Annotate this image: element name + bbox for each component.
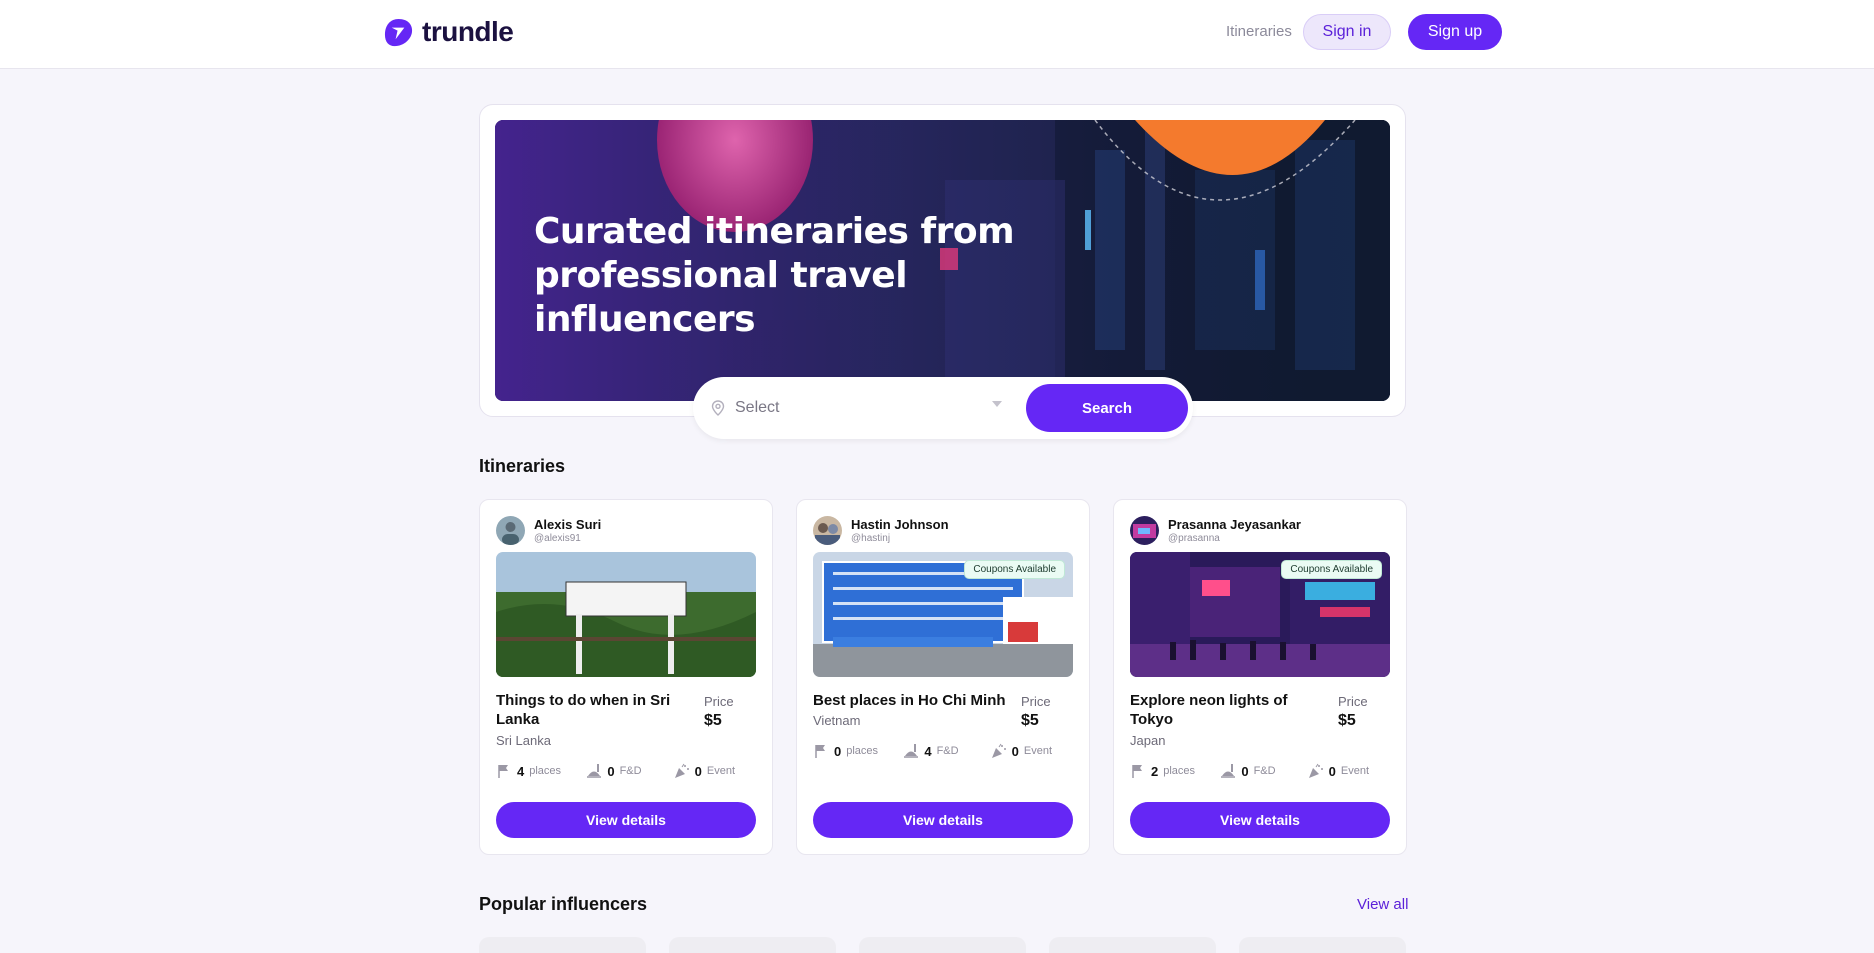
price-value: $5 xyxy=(1021,712,1039,729)
places-count: 4 xyxy=(517,763,525,779)
price-label: Price xyxy=(1021,694,1051,709)
card-author[interactable]: Hastin Johnson @hastinj xyxy=(813,516,949,545)
sign-up-button[interactable]: Sign up xyxy=(1408,14,1502,50)
itinerary-card: Hastin Johnson @hastinj Coupons Availabl… xyxy=(796,499,1090,855)
places-count: 0 xyxy=(834,743,842,759)
search-button[interactable]: Search xyxy=(1026,384,1188,432)
top-navigation-bar: trundle Itineraries Sign in Sign up xyxy=(0,0,1874,69)
stat-fnd: 0 F&D xyxy=(1220,763,1302,779)
view-details-button[interactable]: View details xyxy=(813,802,1073,838)
destination-select[interactable]: Select xyxy=(711,395,1001,421)
coupons-available-badge: Coupons Available xyxy=(964,560,1065,579)
influencer-card[interactable] xyxy=(669,937,836,953)
places-label: places xyxy=(846,745,879,757)
itinerary-image[interactable] xyxy=(496,552,756,677)
fnd-count: 0 xyxy=(607,763,615,779)
author-handle: @hastinj xyxy=(851,532,891,544)
author-name: Alexis Suri xyxy=(534,516,602,532)
fnd-count: 0 xyxy=(1241,763,1249,779)
author-name: Hastin Johnson xyxy=(851,516,949,532)
places-count: 2 xyxy=(1151,763,1159,779)
trundle-logo-icon xyxy=(384,18,413,46)
card-author[interactable]: Prasanna Jeyasankar @prasanna xyxy=(1130,516,1301,545)
stat-events: 0 Event xyxy=(991,743,1073,759)
brand-logo[interactable]: trundle xyxy=(383,16,514,48)
fnd-label: F&D xyxy=(1253,765,1276,777)
fnd-count: 4 xyxy=(924,743,932,759)
popular-influencers-heading: Popular influencers xyxy=(479,894,648,914)
stat-events: 0 Event xyxy=(674,763,756,779)
flag-icon xyxy=(815,745,825,758)
food-drink-icon xyxy=(1221,764,1236,778)
party-popper-icon xyxy=(991,743,1006,758)
stat-fnd: 4 F&D xyxy=(903,743,985,759)
chevron-down-icon[interactable] xyxy=(992,401,1002,407)
itineraries-heading: Itineraries xyxy=(479,456,566,476)
itinerary-image[interactable]: Coupons Available xyxy=(813,552,1073,677)
party-popper-icon xyxy=(1308,763,1323,778)
author-name: Prasanna Jeyasankar xyxy=(1168,516,1301,532)
stat-places: 4 places xyxy=(496,763,578,779)
price-label: Price xyxy=(704,694,734,709)
price-label: Price xyxy=(1338,694,1368,709)
events-count: 0 xyxy=(1011,743,1019,759)
author-handle: @prasanna xyxy=(1168,532,1220,544)
hero-title: Curated itineraries from professional tr… xyxy=(534,211,1015,340)
itinerary-location: Vietnam xyxy=(813,713,861,728)
itinerary-title[interactable]: Best places in Ho Chi Minh xyxy=(813,691,1013,710)
itinerary-card: Prasanna Jeyasankar @prasanna Coupons Av… xyxy=(1113,499,1407,855)
destination-search-bar: Select Search xyxy=(693,377,1193,439)
brand-name: trundle xyxy=(422,16,514,47)
card-author[interactable]: Alexis Suri @alexis91 xyxy=(496,516,601,545)
flag-icon xyxy=(1132,765,1142,778)
stat-events: 0 Event xyxy=(1308,763,1390,779)
itinerary-card: Alexis Suri @alexis91 Things to do when … xyxy=(479,499,773,855)
food-drink-icon xyxy=(587,764,602,778)
avatar xyxy=(1130,516,1159,545)
select-placeholder: Select xyxy=(735,399,780,416)
nav-itineraries-link[interactable]: Itineraries xyxy=(1226,23,1292,40)
stat-places: 2 places xyxy=(1130,763,1212,779)
coupons-available-badge: Coupons Available xyxy=(1281,560,1382,579)
events-count: 0 xyxy=(1328,763,1336,779)
influencer-card[interactable] xyxy=(479,937,646,953)
places-label: places xyxy=(529,765,562,777)
sign-in-button[interactable]: Sign in xyxy=(1303,14,1391,50)
events-label: Event xyxy=(1340,765,1370,777)
stat-places: 0 places xyxy=(813,743,895,759)
price-value: $5 xyxy=(704,712,722,729)
influencer-card[interactable] xyxy=(859,937,1026,953)
view-details-button[interactable]: View details xyxy=(1130,802,1390,838)
influencer-card[interactable] xyxy=(1049,937,1216,953)
food-drink-icon xyxy=(904,744,919,758)
price-value: $5 xyxy=(1338,712,1356,729)
itinerary-stats: 4 places 0 F&D 0 Event xyxy=(496,763,756,779)
itinerary-stats: 2 places 0 F&D 0 Event xyxy=(1130,763,1390,779)
view-all-link[interactable]: View all xyxy=(1357,896,1408,913)
itinerary-stats: 0 places 4 F&D 0 Event xyxy=(813,743,1073,759)
avatar xyxy=(496,516,525,545)
avatar xyxy=(813,516,842,545)
itinerary-location: Japan xyxy=(1130,733,1166,748)
stat-fnd: 0 F&D xyxy=(586,763,668,779)
fnd-label: F&D xyxy=(936,745,959,757)
itinerary-title[interactable]: Explore neon lights of Tokyo xyxy=(1130,691,1320,729)
flag-icon xyxy=(498,765,508,778)
author-handle: @alexis91 xyxy=(534,532,581,544)
view-details-button[interactable]: View details xyxy=(496,802,756,838)
party-popper-icon xyxy=(674,763,689,778)
events-count: 0 xyxy=(694,763,702,779)
events-label: Event xyxy=(1023,745,1053,757)
itinerary-location: Sri Lanka xyxy=(496,733,551,748)
events-label: Event xyxy=(706,765,736,777)
fnd-label: F&D xyxy=(619,765,642,777)
location-pin-icon xyxy=(711,400,725,416)
itinerary-image[interactable]: Coupons Available xyxy=(1130,552,1390,677)
influencer-card[interactable] xyxy=(1239,937,1406,953)
places-label: places xyxy=(1163,765,1196,777)
itinerary-title[interactable]: Things to do when in Sri Lanka xyxy=(496,691,686,729)
